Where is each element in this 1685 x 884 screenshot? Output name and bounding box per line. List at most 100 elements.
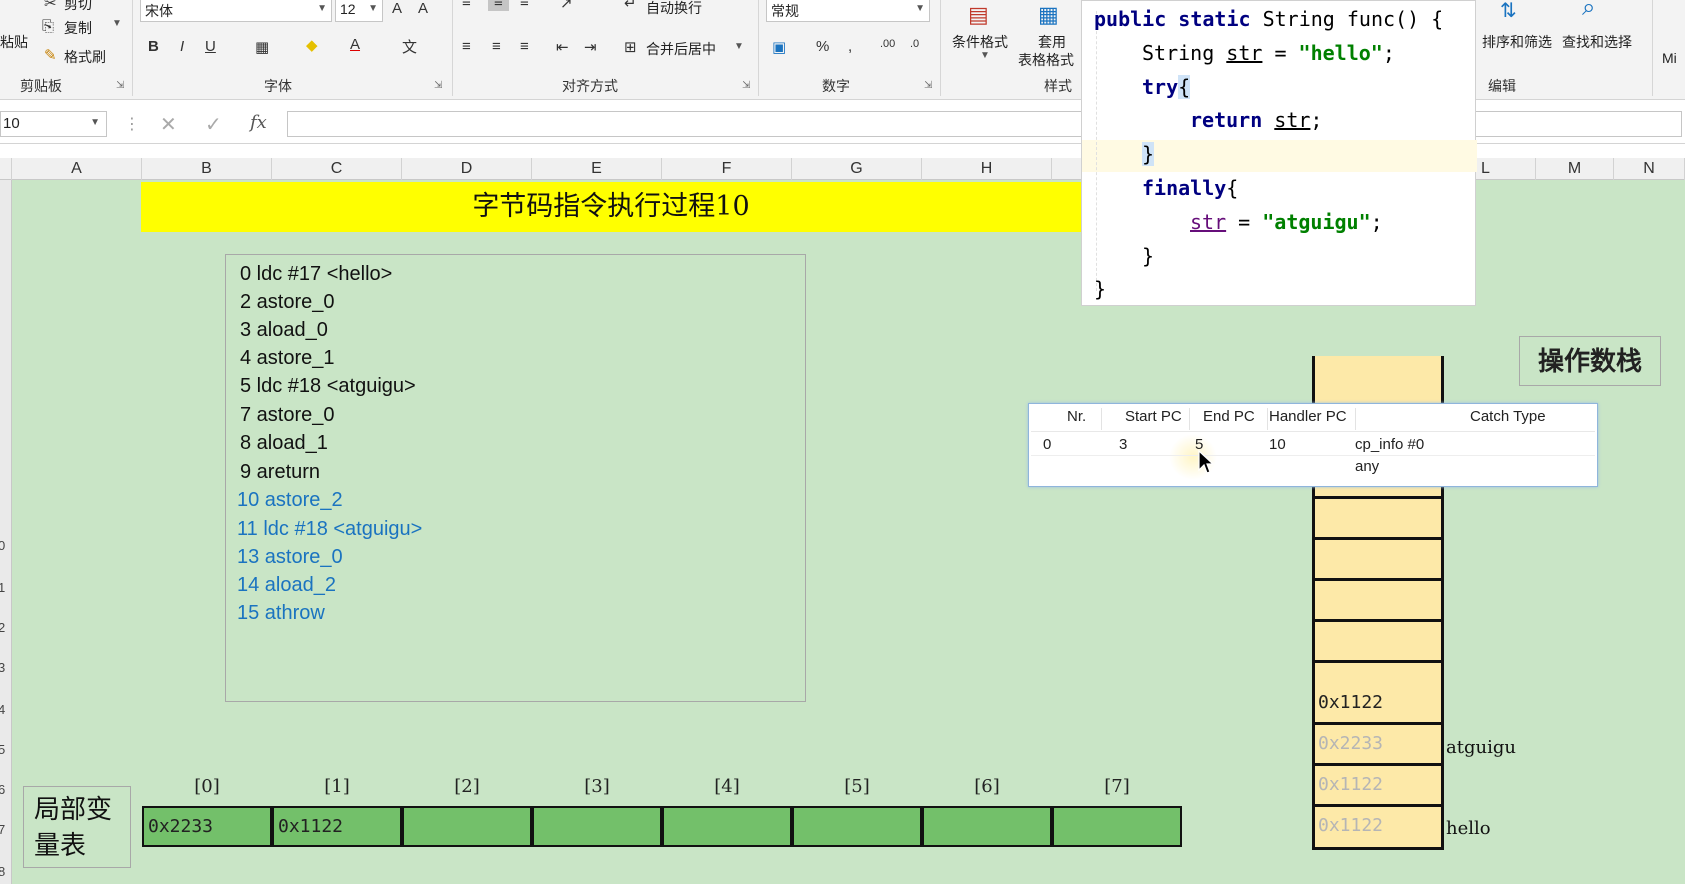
clipboard-launcher-icon[interactable]: ⇲ [116, 80, 124, 91]
paste-button[interactable]: 粘贴 [0, 32, 28, 52]
local-variable-table-label: 局部变 量表 [23, 786, 131, 868]
table-format-button-line2: 表格格式 [1018, 52, 1074, 68]
row-header[interactable]: 4 [0, 702, 5, 717]
code-line: return str; [1190, 108, 1322, 132]
fill-color-icon[interactable]: ◆ [306, 36, 318, 54]
slot-index: [2] [454, 776, 480, 797]
keyword: try [1142, 75, 1179, 99]
conditional-format-icon: ▤ [968, 2, 989, 27]
wrap-text-button[interactable]: 自动换行 [646, 0, 702, 18]
row-header[interactable]: 1 [0, 580, 5, 595]
alignment-group-label: 对齐方式 [562, 78, 618, 94]
column-header[interactable]: E [532, 158, 662, 180]
column-header[interactable]: H [922, 158, 1052, 180]
increase-decimal-icon[interactable]: .00 [880, 38, 895, 50]
copy-button[interactable]: 复制 [64, 18, 92, 38]
bold-icon[interactable]: B [148, 38, 159, 55]
column-header[interactable] [1052, 158, 1082, 180]
row-header[interactable]: 2 [0, 620, 5, 635]
column-header: Handler PC [1269, 408, 1347, 425]
code-text: ; [1310, 108, 1323, 132]
local-var-slot [1052, 806, 1182, 847]
row-header[interactable]: 0 [0, 538, 5, 553]
column-divider [1355, 408, 1356, 430]
font-launcher-icon[interactable]: ⇲ [434, 80, 442, 91]
search-icon: ⌕ [1582, 0, 1596, 21]
row-header[interactable]: 3 [0, 660, 5, 675]
sort-icon: ⇅ [1500, 0, 1517, 22]
code-line: public static String func() { [1094, 7, 1443, 31]
merge-dropdown-icon[interactable]: ▼ [734, 41, 744, 52]
slot-index: [1] [324, 776, 350, 797]
bytecode-line-highlighted: 11 ldc #18 <atguigu> [237, 518, 423, 540]
code-text: String func() { [1250, 7, 1444, 31]
row-header[interactable]: 5 [0, 742, 5, 757]
align-bottom-icon[interactable]: ≡ [520, 0, 529, 11]
copy-dropdown-icon[interactable]: ▼ [112, 18, 122, 29]
sort-filter-button[interactable]: 排序和筛选 [1482, 32, 1552, 52]
shrink-font-icon[interactable]: A [418, 0, 428, 17]
code-text: ; [1382, 41, 1395, 65]
font-color-icon[interactable]: A [350, 36, 360, 53]
column-header[interactable]: N [1614, 158, 1685, 180]
increase-indent-icon[interactable]: ⇥ [584, 38, 597, 56]
grow-font-icon[interactable]: A [392, 0, 402, 17]
select-all-corner[interactable] [0, 158, 12, 180]
slot-index: [0] [194, 776, 220, 797]
percent-icon[interactable]: % [816, 38, 829, 55]
row-header[interactable]: 8 [0, 864, 5, 879]
ribbon-extra-label: Mi [1662, 50, 1677, 66]
phonetic-icon[interactable]: 文 [402, 36, 417, 57]
comma-style-icon[interactable]: , [848, 38, 852, 55]
align-top-icon[interactable]: ≡ [462, 0, 471, 11]
enter-icon[interactable]: ✓ [205, 112, 222, 137]
operand-stack-title: 操作数栈 [1519, 336, 1661, 386]
column-header[interactable]: G [792, 158, 922, 180]
cut-button[interactable]: 剪切 [64, 0, 92, 14]
align-center-icon[interactable]: ≡ [492, 38, 501, 55]
conditional-format-button[interactable]: 条件格式 [952, 32, 1008, 52]
bytecode-line: 9 areturn [240, 461, 321, 483]
font-name-combo[interactable]: 宋体 ▼ [140, 0, 332, 22]
row-header[interactable]: 7 [0, 822, 5, 837]
name-box[interactable]: 10 ▼ [0, 111, 107, 137]
code-text: { [1226, 176, 1239, 200]
column-header[interactable]: A [12, 158, 142, 180]
row-header[interactable]: 6 [0, 782, 5, 797]
table-format-button[interactable]: 套用 [1038, 32, 1066, 52]
underline-icon[interactable]: U [205, 38, 216, 55]
decrease-indent-icon[interactable]: ⇤ [556, 38, 569, 56]
copy-icon: ⎘ [42, 18, 55, 35]
format-painter-button[interactable]: 格式刷 [64, 47, 106, 67]
border-icon[interactable]: ▦ [255, 38, 269, 56]
column-header[interactable]: D [402, 158, 532, 180]
chevron-down-icon: ▼ [368, 3, 378, 14]
currency-icon[interactable]: ▣ [772, 38, 786, 56]
find-select-button[interactable]: 查找和选择 [1562, 32, 1632, 52]
font-size-combo[interactable]: 12 ▼ [335, 0, 383, 22]
decrease-decimal-icon[interactable]: .0 [910, 38, 919, 50]
bytecode-line: 7 astore_0 [240, 404, 335, 426]
column-header[interactable]: B [142, 158, 272, 180]
column-header[interactable]: C [272, 158, 402, 180]
number-launcher-icon[interactable]: ⇲ [924, 80, 932, 91]
number-format-value: 常规 [771, 3, 799, 19]
editing-group-label: 编辑 [1488, 78, 1516, 94]
label-line: 局部变 [34, 794, 113, 824]
column-header[interactable]: M [1536, 158, 1614, 180]
bytecode-line-highlighted: 13 astore_0 [237, 546, 343, 568]
number-format-combo[interactable]: 常规 ▼ [766, 0, 930, 22]
alignment-launcher-icon[interactable]: ⇲ [742, 80, 750, 91]
align-right-icon[interactable]: ≡ [520, 38, 529, 55]
string-literal: "atguigu" [1262, 210, 1371, 234]
insert-function-icon[interactable]: fx [250, 112, 267, 133]
cancel-icon[interactable]: ✕ [160, 112, 177, 137]
merge-center-button[interactable]: 合并后居中 [646, 39, 716, 59]
italic-icon[interactable]: I [180, 38, 184, 55]
align-middle-icon[interactable]: ≡ [488, 0, 509, 11]
conditional-format-dropdown-icon[interactable]: ▼ [980, 50, 990, 61]
label-line: 量表 [34, 830, 87, 860]
orientation-icon[interactable]: ↗ [560, 0, 573, 12]
column-header[interactable]: F [662, 158, 792, 180]
align-left-icon[interactable]: ≡ [462, 38, 471, 55]
